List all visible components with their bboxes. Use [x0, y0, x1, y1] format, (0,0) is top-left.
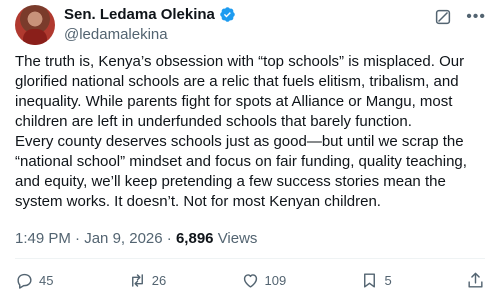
reply-button[interactable]: 45 [15, 271, 53, 290]
divider [15, 258, 485, 259]
repost-icon [131, 273, 143, 287]
meta-separator: · [75, 230, 81, 247]
verified-badge-icon [220, 7, 235, 22]
tweet-meta: 1:49 PM · Jan 9, 2026 · 6,896 Views [15, 230, 257, 247]
action-bar: 45 26 109 5 [15, 268, 485, 292]
repost-button[interactable]: 26 [128, 271, 166, 290]
bookmark-icon [364, 272, 376, 288]
tweet-date[interactable]: Jan 9, 2026 [84, 230, 162, 247]
views-count: 6,896 [175, 230, 214, 247]
header-actions: ••• [434, 8, 486, 26]
repost-count: 26 [151, 272, 167, 288]
meta-separator: · [166, 230, 172, 247]
avatar[interactable] [15, 5, 55, 45]
bookmark-count: 5 [384, 272, 392, 288]
like-icon [243, 273, 257, 288]
author-name-row: Sen. Ledama Olekina [64, 6, 236, 23]
author-display-name[interactable]: Sen. Ledama Olekina [64, 6, 215, 23]
reply-icon [17, 273, 32, 289]
like-button[interactable]: 109 [241, 271, 287, 290]
tweet-text: The truth is, Kenya’s obsession with “to… [15, 53, 467, 210]
views-label: Views [217, 230, 258, 247]
share-button[interactable] [466, 271, 485, 290]
author-handle[interactable]: @ledamalekina [64, 26, 168, 43]
like-count: 109 [264, 272, 287, 288]
more-icon[interactable]: ••• [466, 8, 486, 26]
tweet-time[interactable]: 1:49 PM [15, 230, 71, 247]
bookmark-button[interactable]: 5 [360, 271, 392, 290]
reply-count: 45 [39, 272, 54, 288]
grok-icon[interactable] [434, 8, 452, 26]
tweet-card: Sen. Ledama Olekina @ledamalekina ••• Th… [0, 0, 500, 298]
share-icon [468, 272, 483, 288]
